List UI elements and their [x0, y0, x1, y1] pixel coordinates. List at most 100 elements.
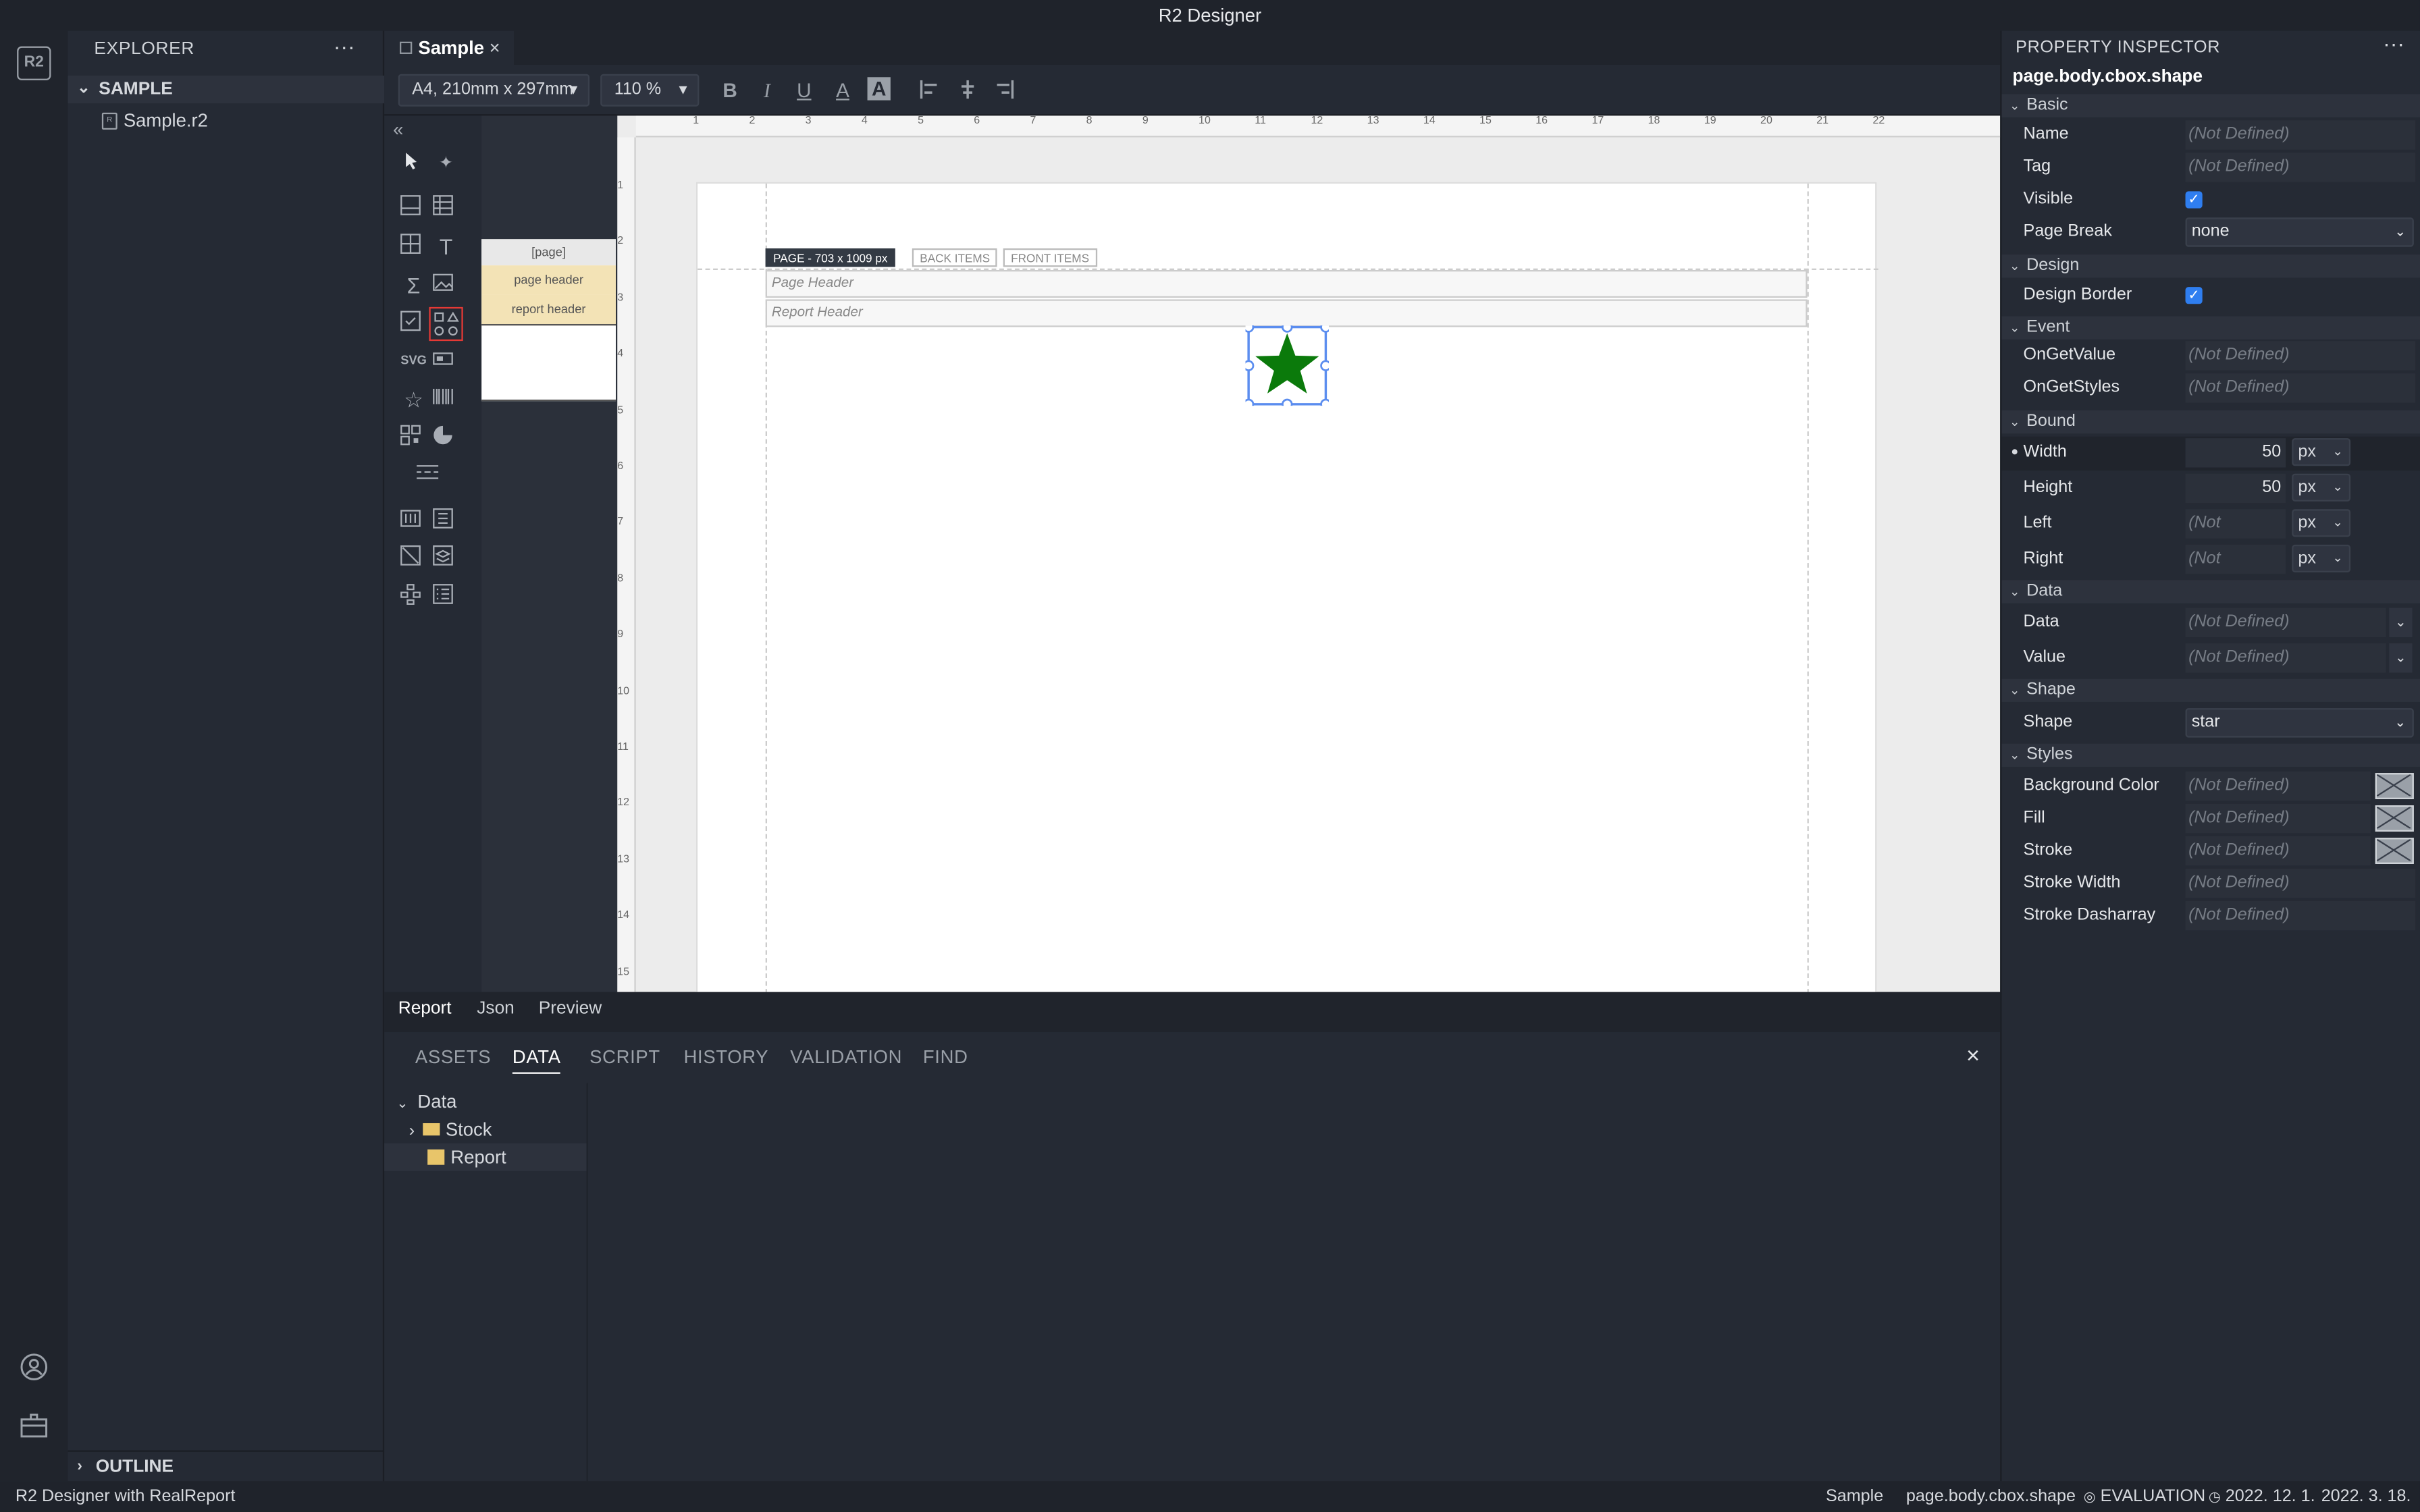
- band-icon[interactable]: [400, 194, 427, 222]
- group-shape[interactable]: ⌄ Shape: [2001, 678, 2420, 702]
- inspector-more-button[interactable]: ···: [2383, 31, 2404, 56]
- align-right-icon[interactable]: [995, 80, 1014, 99]
- prop-stroke-dasharray-input[interactable]: (Not Defined): [2185, 900, 2416, 931]
- checkbox-icon[interactable]: [400, 310, 427, 338]
- account-icon[interactable]: [18, 1351, 49, 1382]
- prop-width-unit[interactable]: px ⌄: [2292, 438, 2351, 466]
- prop-background-color-input[interactable]: (Not Defined): [2185, 771, 2371, 801]
- prop-height-unit[interactable]: px ⌄: [2292, 473, 2351, 502]
- back-items-button[interactable]: BACK ITEMS: [912, 248, 998, 267]
- prop-on-get-value-input[interactable]: (Not Defined): [2185, 341, 2416, 371]
- band-page[interactable]: [page]: [481, 239, 616, 266]
- prop-stroke-width-input[interactable]: (Not Defined): [2185, 868, 2416, 898]
- tab-preview[interactable]: Preview: [539, 992, 602, 1026]
- prop-left-unit[interactable]: px ⌄: [2292, 509, 2351, 537]
- design-canvas[interactable]: 1 2 3 4 5 6 7 8 9 10 11 12 13 14 15 16 17 18 19 20 21 22 1234…: [617, 115, 2001, 992]
- tree-root[interactable]: ⌄ Data: [396, 1087, 456, 1116]
- group-basic[interactable]: ⌄ Basic: [2001, 94, 2420, 117]
- prop-page-break-select[interactable]: none ⌄: [2185, 217, 2414, 247]
- group-styles[interactable]: ⌄ Styles: [2001, 743, 2420, 767]
- report-page[interactable]: PAGE - 703 x 1009 px BACK ITEMS FRONT IT…: [695, 182, 1878, 992]
- close-panel-button[interactable]: ×: [1966, 1043, 1980, 1069]
- font-color-button[interactable]: A: [831, 79, 856, 102]
- group-design[interactable]: ⌄ Design: [2001, 254, 2420, 278]
- star-icon[interactable]: ☆: [400, 385, 427, 413]
- summary-icon[interactable]: Σ: [400, 271, 427, 299]
- tab-report[interactable]: Report: [398, 992, 452, 1026]
- align-center-icon[interactable]: [958, 80, 976, 99]
- svg-icon[interactable]: SVG: [395, 347, 432, 375]
- explorer-more-button[interactable]: ···: [334, 34, 355, 59]
- paper-size-select[interactable]: A4, 210mm x 297mm ▼: [398, 74, 590, 107]
- tab-validation[interactable]: VALIDATION: [790, 1046, 902, 1068]
- text-icon[interactable]: T: [432, 233, 460, 261]
- report-header-band[interactable]: Report Header: [765, 299, 1808, 327]
- bold-button[interactable]: B: [718, 79, 743, 102]
- background-color-button[interactable]: A: [867, 77, 891, 101]
- color-picker-icon[interactable]: [2375, 773, 2414, 799]
- layers-icon[interactable]: [432, 545, 460, 572]
- tab-assets[interactable]: ASSETS: [415, 1046, 491, 1068]
- r2-logo-icon[interactable]: R2: [17, 46, 51, 80]
- tab-sample[interactable]: Sample ×: [384, 30, 515, 65]
- list-icon[interactable]: [432, 583, 460, 611]
- explorer-section-sample[interactable]: ⌄ SAMPLE: [68, 75, 385, 104]
- magic-select-icon[interactable]: ✦: [432, 150, 460, 178]
- image-icon[interactable]: [432, 271, 460, 299]
- tab-script[interactable]: SCRIPT: [589, 1046, 660, 1068]
- tab-find[interactable]: FIND: [923, 1046, 968, 1068]
- front-items-button[interactable]: FRONT ITEMS: [1003, 248, 1097, 267]
- prop-tag-input[interactable]: (Not Defined): [2185, 153, 2416, 182]
- tree-icon[interactable]: [400, 583, 427, 611]
- table-band-icon[interactable]: [432, 194, 460, 222]
- prop-fill-input[interactable]: (Not Defined): [2185, 803, 2371, 834]
- collapse-icon[interactable]: «: [384, 115, 412, 143]
- tree-item-stock[interactable]: › Stock: [409, 1116, 492, 1145]
- tab-json[interactable]: Json: [477, 992, 515, 1026]
- prop-shape-select[interactable]: star ⌄: [2185, 708, 2414, 738]
- align-left-icon[interactable]: [920, 80, 938, 99]
- field-icon[interactable]: [432, 347, 460, 375]
- prop-data-dropdown[interactable]: ⌄: [2389, 608, 2413, 637]
- group-event[interactable]: ⌄ Event: [2001, 316, 2420, 340]
- page-header-band[interactable]: Page Header: [765, 269, 1808, 298]
- prop-value-input[interactable]: (Not Defined): [2185, 643, 2386, 673]
- page-break-icon[interactable]: [415, 461, 443, 489]
- prop-right-input[interactable]: (Not Defined): [2185, 544, 2286, 597]
- prop-data-input[interactable]: (Not Defined): [2185, 608, 2386, 637]
- outline-section[interactable]: › OUTLINE: [68, 1450, 385, 1482]
- group-bound[interactable]: ⌄ Bound: [2001, 410, 2420, 434]
- explorer-file-item[interactable]: R Sample.r2: [101, 108, 208, 133]
- prop-stroke-input[interactable]: (Not Defined): [2185, 836, 2371, 866]
- prop-on-get-styles-input[interactable]: (Not Defined): [2185, 373, 2416, 403]
- group-data[interactable]: ⌄ Data: [2001, 580, 2420, 603]
- italic-button[interactable]: I: [755, 79, 780, 104]
- prop-width-input[interactable]: 50: [2185, 438, 2286, 468]
- prop-name-input[interactable]: (Not Defined): [2185, 120, 2416, 150]
- line-icon[interactable]: [400, 545, 427, 572]
- prop-left-input[interactable]: (Not Defined): [2185, 509, 2286, 562]
- grid-table-icon[interactable]: [400, 233, 427, 261]
- rows-icon[interactable]: [432, 508, 460, 535]
- tree-item-report[interactable]: Report: [384, 1143, 587, 1171]
- tab-close-button[interactable]: ×: [490, 31, 500, 65]
- prop-visible-checkbox[interactable]: ✓: [2185, 191, 2203, 209]
- prop-right-unit[interactable]: px ⌄: [2292, 544, 2351, 572]
- zoom-select[interactable]: 110 % ▼: [600, 74, 700, 107]
- underline-button[interactable]: U: [792, 79, 817, 102]
- tab-history[interactable]: HISTORY: [684, 1046, 769, 1068]
- chart-icon[interactable]: [432, 425, 460, 452]
- prop-value-dropdown[interactable]: ⌄: [2389, 643, 2413, 673]
- band-page-header[interactable]: page header: [481, 265, 616, 295]
- color-picker-icon[interactable]: [2375, 805, 2414, 832]
- qrcode-icon[interactable]: [400, 425, 427, 452]
- tab-data[interactable]: DATA: [512, 1046, 561, 1074]
- package-icon[interactable]: [18, 1411, 49, 1439]
- color-picker-icon[interactable]: [2375, 838, 2414, 864]
- prop-height-input[interactable]: 50: [2185, 473, 2286, 504]
- band-report-header[interactable]: report header: [481, 294, 616, 326]
- columns-icon[interactable]: [400, 508, 427, 535]
- barcode-icon[interactable]: [432, 385, 460, 413]
- shape-icon[interactable]: [429, 306, 463, 342]
- prop-design-border-checkbox[interactable]: ✓: [2185, 287, 2203, 304]
